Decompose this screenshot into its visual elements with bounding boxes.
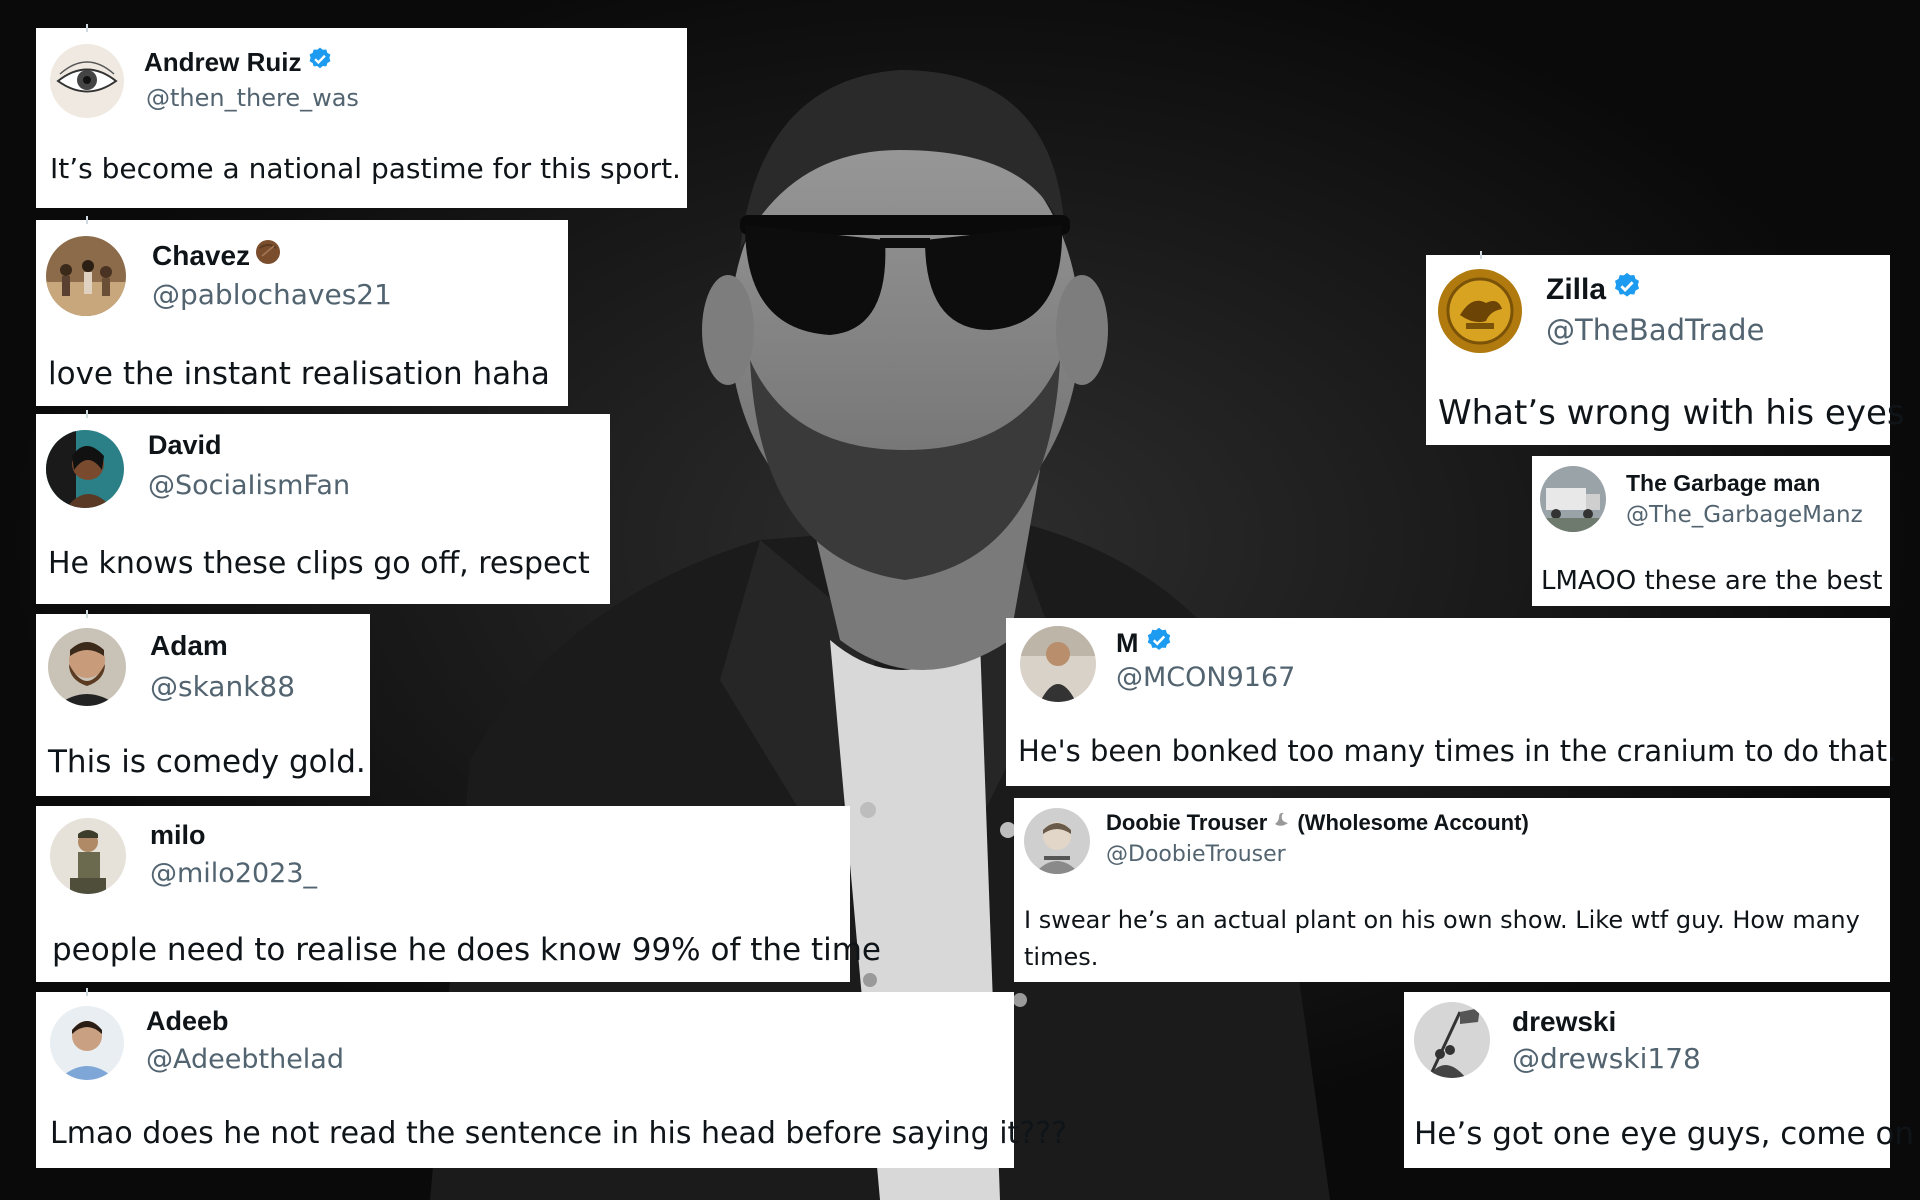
thread-connector <box>86 24 88 32</box>
coconut-emoji-icon <box>254 238 282 273</box>
user-handle[interactable]: @DoobieTrouser <box>1106 842 1286 867</box>
avatar[interactable] <box>50 44 124 118</box>
tweet-card: milo @milo2023_ people need to realise h… <box>36 806 881 982</box>
avatar[interactable] <box>46 236 126 316</box>
tweet-card: Chavez @pablochaves21 love the instant r… <box>36 216 568 406</box>
display-name[interactable]: milo <box>150 820 206 851</box>
tweet-text: What’s wrong with his eyes <box>1438 393 1905 433</box>
tweet-card: Andrew Ruiz @then_there_was It’s become … <box>36 24 687 208</box>
swan-emoji-icon <box>1271 810 1291 836</box>
avatar[interactable] <box>46 430 124 508</box>
avatar[interactable] <box>1020 626 1096 702</box>
display-name[interactable]: Adam <box>150 630 228 662</box>
tweet-card: M @MCON9167 He's been bonked too many ti… <box>1006 618 1896 786</box>
man-in-room-photo-icon <box>1020 626 1096 702</box>
display-name[interactable]: David <box>148 430 222 461</box>
tweet-card: David @SociaIismFan He knows these clips… <box>36 410 610 604</box>
thread-connector <box>1480 251 1482 259</box>
avatar[interactable] <box>1414 1002 1490 1078</box>
eye-drawing-icon <box>50 44 124 118</box>
tweet-text: LMAOO these are the best <box>1541 566 1883 596</box>
crowd-photo-icon <box>46 236 126 316</box>
avatar[interactable] <box>1024 808 1090 874</box>
tweet-card: The Garbage man @The_GarbageManz LMAOO t… <box>1532 456 1890 606</box>
tweet-text: He knows these clips go off, respect <box>48 546 590 581</box>
user-handle[interactable]: @Adeebthelad <box>146 1044 344 1075</box>
display-name[interactable]: Adeeb <box>146 1006 229 1037</box>
verified-badge-icon <box>1145 626 1173 661</box>
thread-connector <box>86 410 88 418</box>
avatar[interactable] <box>50 818 126 894</box>
user-handle[interactable]: @then_there_was <box>146 84 359 112</box>
young-man-photo-icon <box>50 1006 124 1080</box>
tweet-card: drewski @drewski178 He’s got one eye guy… <box>1404 992 1914 1168</box>
child-photo-icon <box>1024 808 1090 874</box>
tweet-text: It’s become a national pastime for this … <box>50 152 681 185</box>
user-handle[interactable]: @pablochaves21 <box>152 278 392 311</box>
user-handle[interactable]: @SociaIismFan <box>148 470 350 501</box>
display-name[interactable]: Andrew Ruiz <box>144 47 301 78</box>
verified-badge-icon <box>1612 271 1642 309</box>
tweet-text: He's been bonked too many times in the c… <box>1018 734 1897 768</box>
verified-badge-icon <box>307 46 333 79</box>
user-handle[interactable]: @MCON9167 <box>1116 662 1295 693</box>
portrait-photo-icon <box>46 430 124 508</box>
tweet-text: Lmao does he not read the sentence in hi… <box>50 1116 1068 1151</box>
tweet-text: He’s got one eye guys, come on <box>1414 1116 1915 1152</box>
garbage-truck-photo-icon <box>1540 466 1606 532</box>
user-handle[interactable]: @milo2023_ <box>150 858 317 889</box>
tweet-card: Adeeb @Adeebthelad Lmao does he not read… <box>36 988 1067 1168</box>
display-name[interactable]: Doobie Trouser <box>1106 810 1267 836</box>
tweet-text-line2: times. <box>1024 943 1099 971</box>
tweet-text: love the instant realisation haha <box>48 356 550 392</box>
thread-connector <box>86 988 88 996</box>
display-name[interactable]: Chavez <box>152 240 250 272</box>
screenshot-stage: Andrew Ruiz @then_there_was It’s become … <box>0 0 1920 1200</box>
tweet-card: Adam @skank88 This is comedy gold. <box>36 610 370 796</box>
flag-raising-photo-icon <box>1414 1002 1490 1078</box>
user-handle[interactable]: @The_GarbageManz <box>1626 502 1863 528</box>
display-name[interactable]: Zilla <box>1546 273 1606 307</box>
tweet-text: people need to realise he does know 99% … <box>52 932 881 968</box>
display-name[interactable]: The Garbage man <box>1626 470 1820 497</box>
bearded-man-photo-icon <box>48 628 126 706</box>
display-name[interactable]: drewski <box>1512 1006 1616 1038</box>
gold-badge-logo-icon <box>1438 269 1522 353</box>
user-handle[interactable]: @skank88 <box>150 670 295 703</box>
thread-connector <box>86 216 88 224</box>
thread-connector <box>86 610 88 618</box>
tweet-text: This is comedy gold. <box>48 744 366 780</box>
tweet-card: Doobie Trouser (Wholesome Account) @Doob… <box>1014 798 1890 982</box>
avatar[interactable] <box>1540 466 1606 532</box>
tweet-text-line1: I swear he’s an actual plant on his own … <box>1024 906 1860 934</box>
avatar[interactable] <box>48 628 126 706</box>
tweet-card: Zilla @TheBadTrade What’s wrong with his… <box>1426 251 1905 445</box>
avatar[interactable] <box>50 1006 124 1080</box>
soldier-photo-icon <box>50 818 126 894</box>
user-handle[interactable]: @TheBadTrade <box>1546 313 1764 347</box>
avatar[interactable] <box>1438 269 1522 353</box>
display-name-suffix: (Wholesome Account) <box>1297 810 1529 835</box>
user-handle[interactable]: @drewski178 <box>1512 1042 1701 1075</box>
display-name[interactable]: M <box>1116 628 1139 659</box>
